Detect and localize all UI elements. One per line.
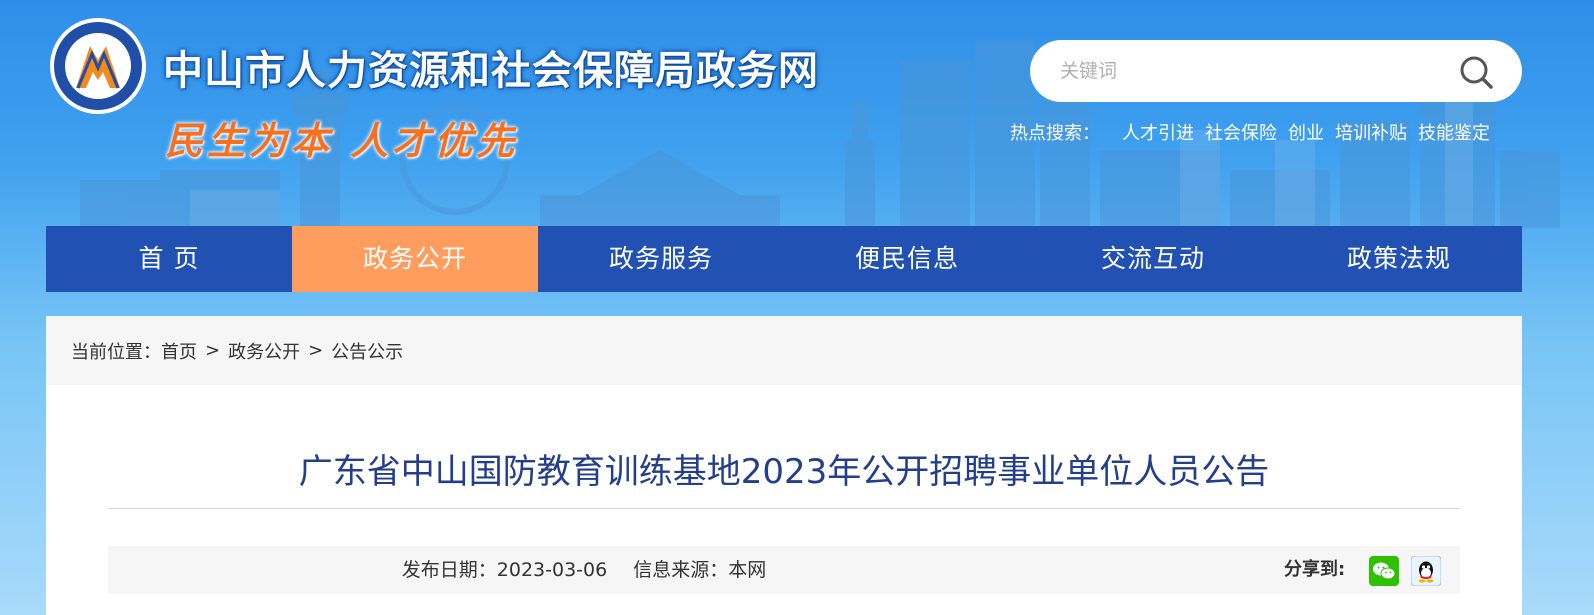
hot-search: 热点搜索： 人才引进 社会保险 创业 培训补贴 技能鉴定 xyxy=(1010,118,1522,146)
nav-item-policies[interactable]: 政策法规 xyxy=(1276,226,1522,292)
article-meta: 发布日期：2023-03-06 信息来源：本网 分享到: xyxy=(108,546,1460,594)
title-divider xyxy=(108,508,1460,509)
nav-item-home[interactable]: 首 页 xyxy=(46,226,292,292)
nav-item-public-info[interactable]: 便民信息 xyxy=(784,226,1030,292)
hot-search-link[interactable]: 社会保险 xyxy=(1205,119,1277,145)
hot-search-label: 热点搜索： xyxy=(1010,123,1100,144)
nav-item-government-affairs[interactable]: 政务公开 xyxy=(292,226,538,292)
hot-search-link[interactable]: 培训补贴 xyxy=(1335,119,1407,145)
nav-item-interaction[interactable]: 交流互动 xyxy=(1030,226,1276,292)
publish-date: 2023-03-06 xyxy=(496,559,608,581)
article-title: 广东省中山国防教育训练基地2023年公开招聘事业单位人员公告 xyxy=(298,452,1270,492)
content-panel: 当前位置： 首页 > 政务公开 > 公告公示 广东省中山国防教育训练基地2023… xyxy=(46,316,1522,615)
source-label: 信息来源： xyxy=(633,559,729,581)
breadcrumb: 当前位置： 首页 > 政务公开 > 公告公示 xyxy=(46,316,1522,385)
nav-item-services[interactable]: 政务服务 xyxy=(538,226,784,292)
emblem-logo-icon xyxy=(50,18,146,114)
date-label: 发布日期： xyxy=(401,559,497,581)
breadcrumb-link-home[interactable]: 首页 xyxy=(161,338,197,364)
search-input[interactable] xyxy=(1058,54,1442,90)
wechat-icon[interactable] xyxy=(1369,556,1399,586)
hot-search-link[interactable]: 技能鉴定 xyxy=(1418,119,1490,145)
hot-search-link[interactable]: 创业 xyxy=(1288,119,1324,145)
source-value: 本网 xyxy=(728,559,767,581)
breadcrumb-separator: > xyxy=(205,340,221,361)
search-box xyxy=(1030,40,1522,102)
breadcrumb-link-government-affairs[interactable]: 政务公开 xyxy=(228,338,300,364)
slogan: 民生为本 人才优先 xyxy=(165,118,519,163)
qq-icon[interactable] xyxy=(1411,556,1441,586)
site-header: 中山市人力资源和社会保障局政务网 民生为本 人才优先 热点搜索： 人才引进 社会… xyxy=(0,0,1594,228)
main-nav: 首 页 政务公开 政务服务 便民信息 交流互动 政策法规 xyxy=(46,226,1522,292)
meta-info: 发布日期：2023-03-06 信息来源：本网 xyxy=(108,546,1060,594)
breadcrumb-separator: > xyxy=(308,340,324,361)
site-title: 中山市人力资源和社会保障局政务网 xyxy=(163,48,819,94)
breadcrumb-label: 当前位置： xyxy=(71,341,161,363)
hot-search-link[interactable]: 人才引进 xyxy=(1122,119,1194,145)
breadcrumb-link-announcements[interactable]: 公告公示 xyxy=(331,338,403,364)
share-label: 分享到: xyxy=(1284,559,1346,580)
search-icon[interactable] xyxy=(1458,54,1494,90)
